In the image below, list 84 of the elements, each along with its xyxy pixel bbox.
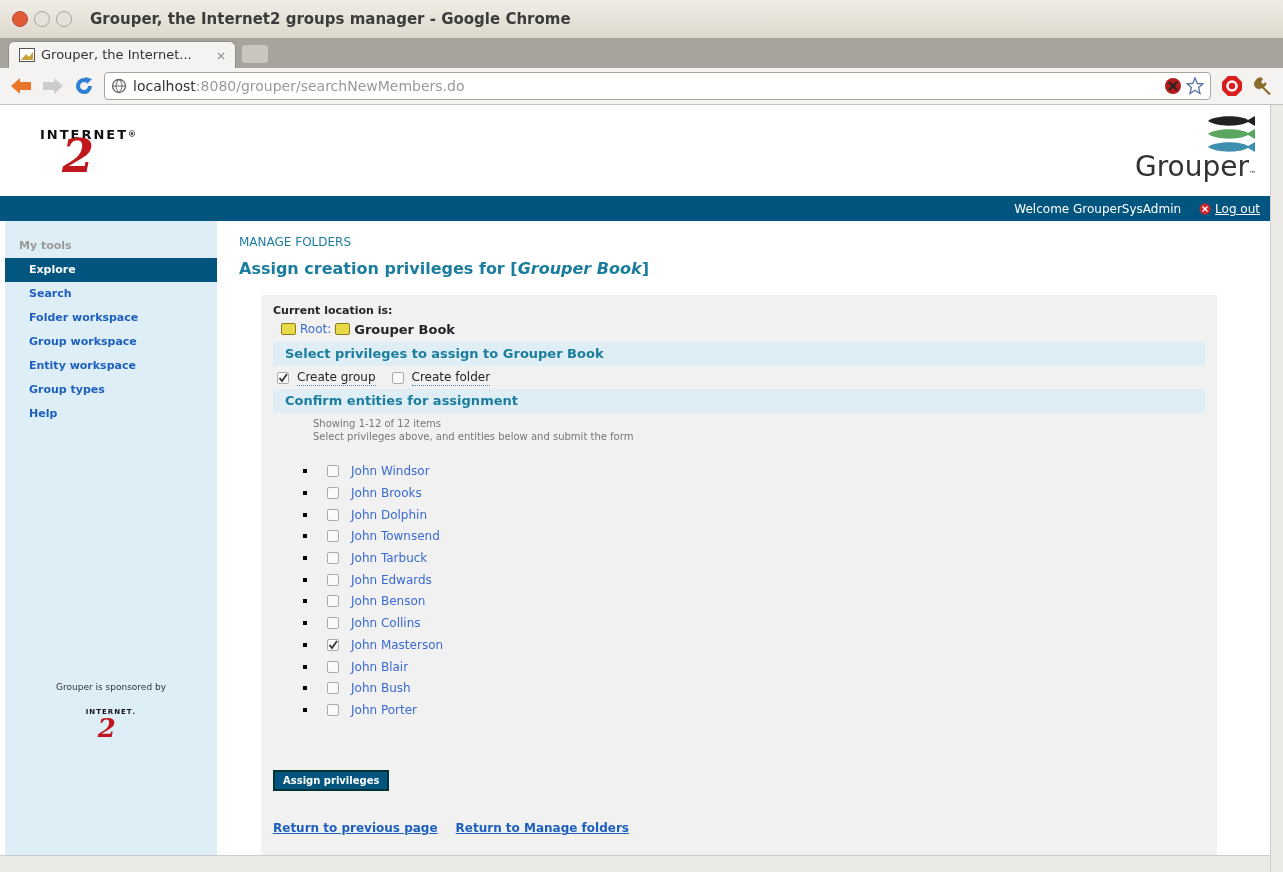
entity-link[interactable]: John Dolphin [351,505,427,524]
internet2-logo: INTERNET® 2 [40,126,139,185]
logout-icon[interactable] [1199,202,1212,215]
checkbox[interactable] [327,682,339,695]
bullet-icon [303,534,307,539]
assign-privileges-button[interactable]: Assign privileges [273,770,390,792]
entity-link[interactable]: John Masterson [351,635,444,654]
bullet-icon [303,664,307,669]
checkbox[interactable] [327,487,339,500]
new-tab-button[interactable] [242,45,268,63]
root-link[interactable]: Root: [300,320,332,339]
bullet-icon [303,621,307,626]
folder-icon [335,323,351,336]
section-heading: Select privileges to assign to Grouper Book [273,342,1205,366]
entity-link[interactable]: John Edwards [351,570,432,589]
return-link[interactable]: Return to previous page [273,819,438,838]
sidebar-item[interactable]: Folder workspace [5,306,217,331]
checkbox[interactable] [327,552,339,565]
star-icon[interactable] [1186,77,1204,95]
bullet-icon [303,577,307,582]
entity-link[interactable]: John Porter [351,700,417,719]
forward-arrow-icon[interactable] [42,77,64,95]
entity-link[interactable]: John Collins [351,614,421,633]
bullet-icon [303,686,307,691]
blocked-icon[interactable] [1164,77,1182,95]
bullet-icon [303,469,307,474]
stop-sign-icon[interactable] [1221,75,1243,97]
checkbox[interactable] [327,703,339,716]
folder-icon [281,323,296,336]
sidebar-item[interactable]: Entity workspace [5,354,217,379]
page-title: Assign creation privileges for [Grouper Book] [239,258,650,280]
location-label: Current location is: [273,303,394,319]
bullet-icon [303,707,307,712]
back-arrow-icon[interactable] [10,77,32,95]
checkbox[interactable] [327,638,339,651]
bullet-icon [303,512,307,517]
checkbox[interactable] [327,573,339,586]
window-title: Grouper, the Internet2 groups manager - Google Chrome [90,8,571,30]
checkbox[interactable] [327,530,339,543]
maximize-button[interactable] [56,11,72,27]
globe-icon [111,78,127,94]
checkbox[interactable] [277,372,289,384]
entity-link[interactable]: John Benson [351,592,426,611]
checkbox[interactable] [391,372,404,384]
wrench-icon[interactable] [1253,76,1273,96]
section-heading: Confirm entities for assignment [273,389,1205,413]
logout-link[interactable]: Log out [1215,199,1260,218]
page-icon [19,48,35,62]
checkbox[interactable] [327,660,339,673]
option-label[interactable]: Create group [297,370,376,386]
sponsor-text: Grouper is sponsored by [56,681,166,694]
sidebar-item[interactable]: Group types [5,378,217,403]
checkbox[interactable] [327,617,339,630]
item-count: Showing 1-12 of 12 items [313,417,443,430]
bullet-icon [303,556,307,561]
minimize-button[interactable] [34,11,50,27]
checkbox[interactable] [327,595,339,608]
entity-link[interactable]: John Blair [351,657,409,676]
form-hint: Select privileges above, and entities below and submit the form [313,430,635,443]
option-label[interactable]: Create folder [411,370,491,386]
entity-link[interactable]: John Townsend [351,527,440,546]
sidebar-item[interactable]: Group workspace [5,330,217,355]
bullet-icon [303,599,307,604]
sidebar-heading: My tools [19,239,73,253]
browser-tab[interactable]: Grouper, the Internet... [8,41,236,68]
sidebar-item[interactable]: Explore [5,258,217,283]
breadcrumb: MANAGE FOLDERS [239,234,353,251]
checkbox[interactable] [327,465,339,478]
entity-link[interactable]: John Bush [351,679,411,698]
reload-icon[interactable] [74,76,94,96]
entity-link[interactable]: John Tarbuck [351,549,428,568]
sidebar-item[interactable]: Search [5,282,217,307]
address-field[interactable]: localhost:8080/grouper/searchNewMembers.do [104,72,1211,100]
return-link[interactable]: Return to Manage folders [455,819,629,838]
welcome-text: Welcome GrouperSysAdmin [1014,200,1182,218]
entity-link[interactable]: John Brooks [351,484,422,503]
close-button[interactable] [12,11,28,27]
bullet-icon [303,491,307,496]
bullet-icon [303,642,307,647]
current-folder: Grouper Book [354,320,455,339]
entity-link[interactable]: John Windsor [351,462,430,481]
checkbox[interactable] [327,508,339,521]
sidebar-item[interactable]: Help [5,402,217,427]
fish-drawing [1206,115,1256,153]
